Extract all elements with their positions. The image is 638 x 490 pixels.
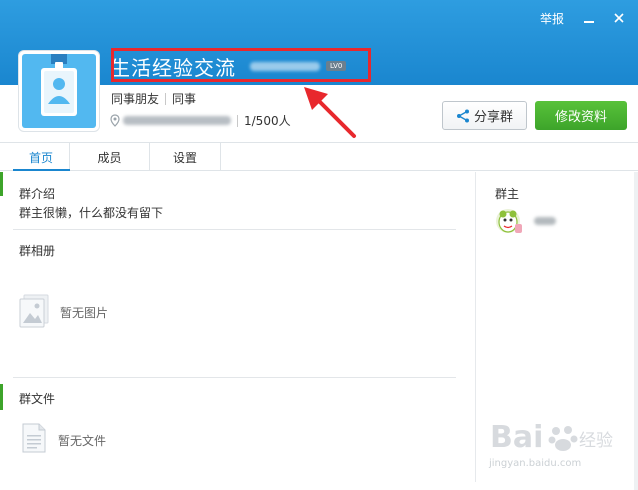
minimize-button[interactable] [578, 7, 600, 29]
tab-home[interactable]: 首页 [13, 143, 70, 171]
group-info-window: 举报 生活经验交流 LV0 同事朋友 同事 1/500人 分享群 修改资料 首页… [0, 0, 638, 490]
level-badge: LV0 [326, 61, 347, 71]
close-icon [614, 13, 624, 23]
group-title-row: 生活经验交流 LV0 [110, 49, 347, 83]
files-empty-text: 暂无文件 [58, 434, 107, 448]
watermark-url: jingyan.baidu.com [489, 458, 582, 469]
paw-icon [548, 426, 578, 451]
group-tags: 同事朋友 同事 [111, 90, 196, 107]
minimize-icon [584, 21, 594, 23]
intro-title: 群介绍 [19, 187, 56, 201]
album-empty-text: 暂无图片 [60, 306, 109, 320]
watermark-brand: Bai [490, 420, 544, 455]
tab-label: 成员 [97, 150, 122, 165]
annotation-arrow-icon [304, 87, 356, 138]
watermark-brand-suffix: 经验 [579, 431, 613, 451]
tab-settings[interactable]: 设置 [150, 143, 221, 171]
close-button[interactable] [608, 7, 630, 29]
tag-divider [237, 114, 238, 127]
edge-strip [0, 384, 3, 410]
group-tag[interactable]: 同事 [172, 90, 196, 107]
image-placeholder-icon [19, 294, 49, 328]
member-count: 1/500人 [244, 114, 291, 128]
files-title[interactable]: 群文件 [19, 390, 55, 407]
group-avatar[interactable] [19, 51, 99, 131]
owner-title: 群主 [495, 187, 520, 201]
tab-bar: 首页 成员 设置 [0, 142, 638, 171]
owner-item[interactable] [494, 205, 556, 237]
group-id-redacted [250, 61, 320, 71]
share-icon [456, 109, 469, 122]
document-icon [22, 423, 46, 453]
group-tag[interactable]: 同事朋友 [111, 90, 159, 107]
section-divider [13, 377, 456, 378]
share-group-label: 分享群 [473, 110, 513, 125]
tab-members[interactable]: 成员 [70, 143, 150, 171]
edge-strip [0, 172, 3, 196]
baidu-jingyan-watermark: Bai 经验 jingyan.baidu.com [487, 420, 617, 480]
id-card-icon [22, 54, 96, 128]
scrollbar-track[interactable] [634, 172, 638, 490]
edit-info-label: 修改资料 [554, 110, 607, 125]
share-group-button[interactable]: 分享群 [442, 101, 527, 130]
location-row: 1/500人 [110, 112, 291, 129]
tab-label: 首页 [28, 150, 53, 165]
section-divider [13, 229, 456, 230]
tab-label: 设置 [172, 150, 197, 165]
intro-body: 群主很懒，什么都没有留下 [19, 206, 164, 220]
column-divider [475, 172, 476, 482]
group-name: 生活经验交流 [110, 55, 236, 80]
location-redacted [123, 116, 231, 125]
location-pin-icon [110, 114, 120, 127]
edit-info-button[interactable]: 修改资料 [535, 101, 627, 130]
tag-divider [165, 92, 167, 105]
active-tab-indicator [13, 169, 70, 171]
report-button[interactable]: 举报 [540, 10, 564, 27]
album-title[interactable]: 群相册 [19, 242, 55, 259]
owner-name-redacted [534, 217, 556, 225]
cartoon-avatar-icon [496, 209, 522, 233]
window-controls: 举报 [540, 0, 638, 36]
